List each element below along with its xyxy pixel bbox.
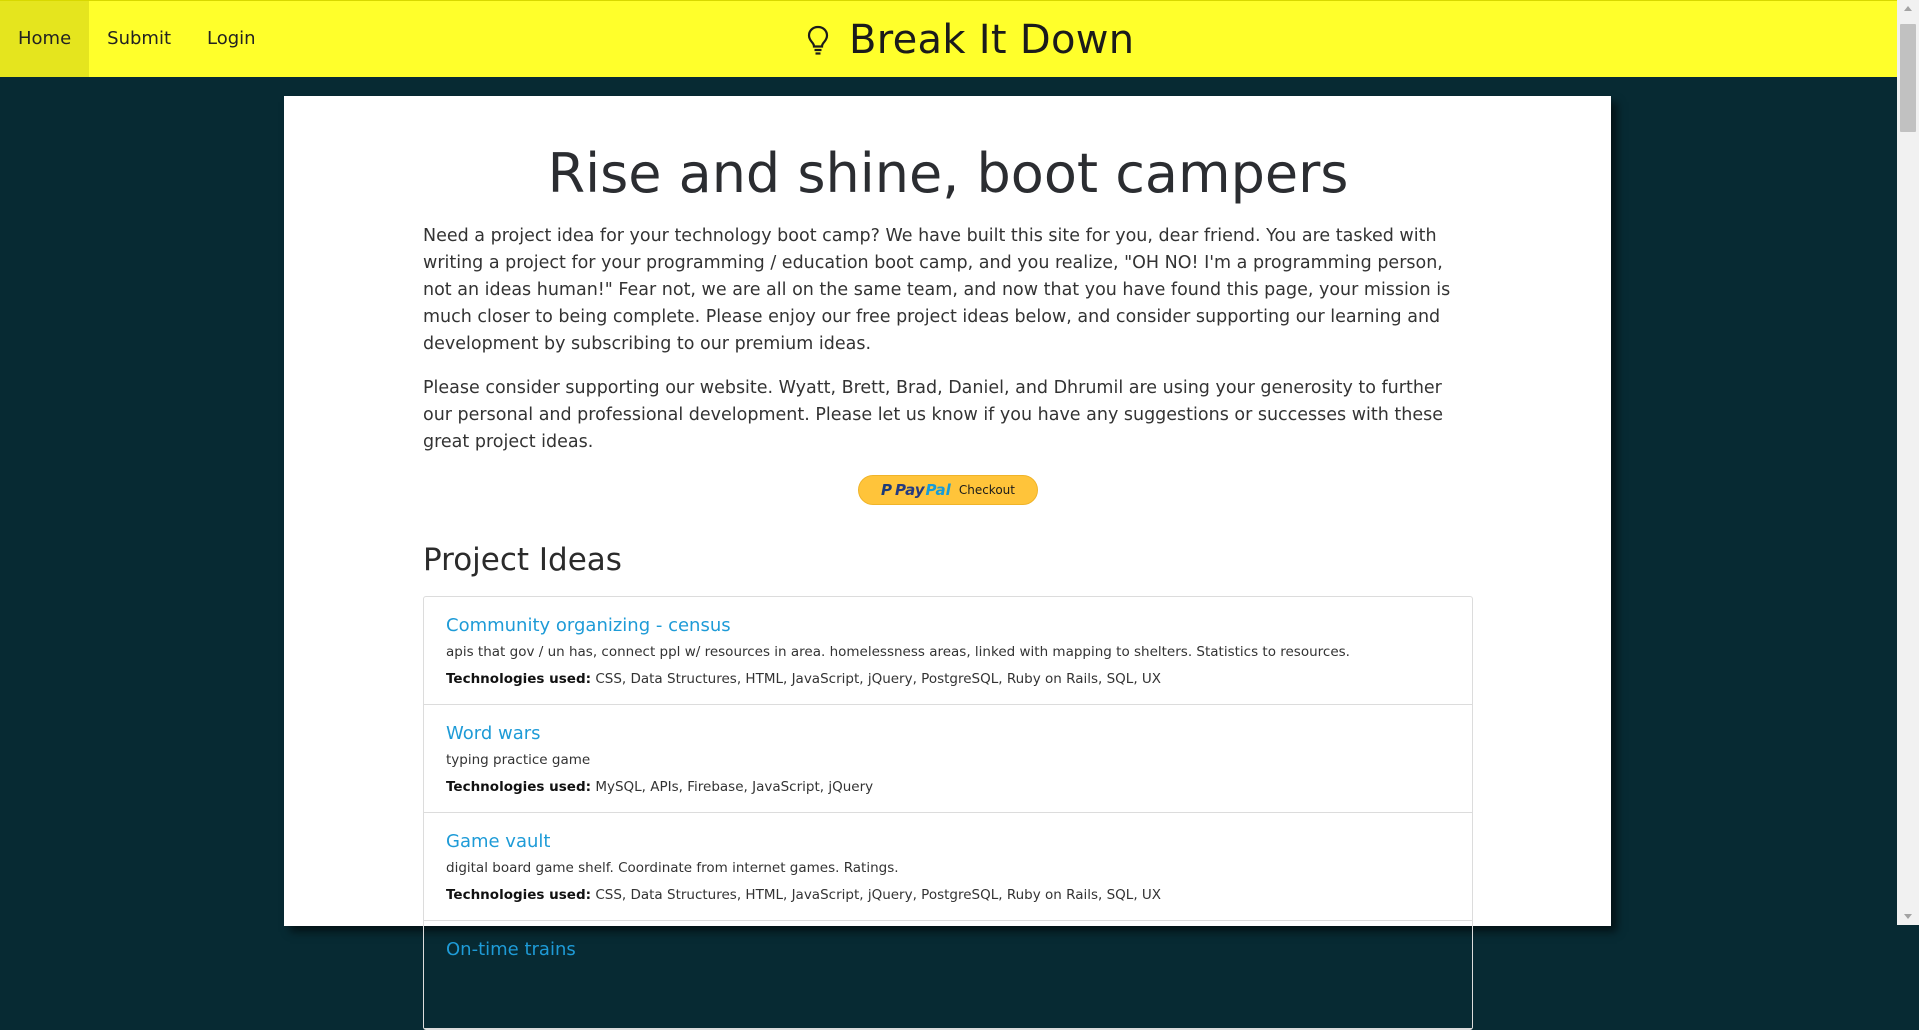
intro-paragraph: Need a project idea for your technology …	[423, 226, 1451, 354]
project-technologies: Technologies used: CSS, Data Structures,…	[446, 670, 1450, 689]
top-navbar: Home Submit Login Break It Down	[0, 0, 1897, 77]
technologies-label: Technologies used:	[446, 887, 592, 903]
nav-menu: Home Submit Login	[0, 1, 274, 77]
project-description: apis that gov / un has, connect ppl w/ r…	[446, 644, 1350, 660]
paypal-word-pal: Pal	[925, 481, 951, 499]
project-item: On-time trains	[424, 921, 1472, 1029]
support-paragraph: Please consider supporting our website. …	[423, 378, 1444, 452]
scroll-down-arrow-icon[interactable]	[1897, 908, 1919, 925]
project-title-link[interactable]: Community organizing - census	[446, 614, 731, 638]
project-title-link[interactable]: On-time trains	[446, 938, 576, 962]
technologies-value: CSS, Data Structures, HTML, JavaScript, …	[595, 887, 1162, 903]
main-content: Rise and shine, boot campers Need a proj…	[423, 96, 1473, 1030]
technologies-value: CSS, Data Structures, HTML, JavaScript, …	[595, 671, 1162, 687]
project-description: digital board game shelf. Coordinate fro…	[446, 860, 899, 876]
project-list: Community organizing - census apis that …	[423, 596, 1473, 1030]
nav-login-link[interactable]: Login	[189, 1, 274, 77]
project-technologies: Technologies used: MySQL, APIs, Firebase…	[446, 778, 1450, 797]
project-title-link[interactable]: Game vault	[446, 830, 550, 854]
brand-title: Break It Down	[849, 17, 1135, 63]
page-title: Rise and shine, boot campers	[547, 142, 1349, 205]
paypal-checkout-button[interactable]: P Pay Pal Checkout	[858, 475, 1038, 505]
project-technologies: Technologies used: CSS, Data Structures,…	[446, 886, 1450, 905]
project-ideas-heading: Project Ideas	[423, 542, 622, 578]
technologies-label: Technologies used:	[446, 779, 592, 795]
paypal-container: P Pay Pal Checkout	[423, 475, 1473, 505]
page-scrollbar[interactable]	[1897, 0, 1919, 925]
nav-submit-link[interactable]: Submit	[89, 1, 189, 77]
scrollbar-thumb[interactable]	[1900, 24, 1916, 132]
paypal-p-icon: P	[881, 481, 893, 499]
paypal-logo: P Pay Pal	[881, 481, 951, 499]
project-title-link[interactable]: Word wars	[446, 722, 541, 746]
brand[interactable]: Break It Down	[805, 15, 1134, 65]
technologies-label: Technologies used:	[446, 671, 592, 687]
technologies-value: MySQL, APIs, Firebase, JavaScript, jQuer…	[595, 779, 874, 795]
project-item: Community organizing - census apis that …	[424, 597, 1472, 705]
project-description: typing practice game	[446, 752, 591, 768]
scroll-up-arrow-icon[interactable]	[1897, 0, 1919, 17]
main-card: Rise and shine, boot campers Need a proj…	[284, 96, 1611, 1030]
paypal-word-pay: Pay	[895, 481, 925, 499]
project-item: Game vault digital board game shelf. Coo…	[424, 813, 1472, 921]
project-item: Word wars typing practice game Technolog…	[424, 705, 1472, 813]
paypal-checkout-label: Checkout	[958, 483, 1015, 497]
nav-home-link[interactable]: Home	[0, 1, 90, 77]
lightbulb-icon	[807, 25, 829, 55]
